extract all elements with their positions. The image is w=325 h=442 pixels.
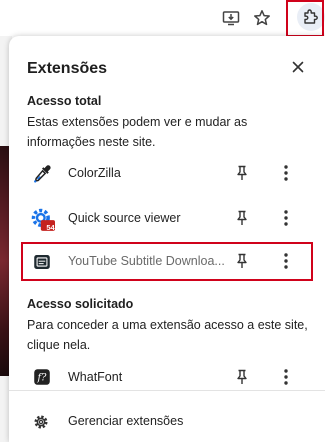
pin-button[interactable] (232, 163, 252, 183)
full-access-description: Estas extensões podem ver e mudar as inf… (27, 115, 248, 149)
pin-button[interactable] (232, 367, 252, 387)
extensions-panel: Extensões Acesso total Estas extensões p… (9, 36, 325, 442)
bookmark-star-button[interactable] (248, 4, 276, 32)
install-app-icon (222, 11, 240, 26)
star-icon (254, 10, 270, 26)
pin-icon (237, 253, 247, 268)
requested-access-heading: Acesso solicitado (27, 297, 134, 311)
svg-text:f?: f? (37, 373, 48, 384)
pin-icon (237, 165, 247, 180)
divider (9, 390, 325, 391)
more-vert-icon (284, 210, 288, 226)
pin-icon (237, 210, 247, 225)
puzzle-icon (304, 9, 318, 24)
extension-row-youtube-subtitle-downloader[interactable]: YouTube Subtitle Downloa... (9, 245, 325, 277)
manage-extensions-label: Gerenciar extensões (68, 414, 184, 428)
close-button[interactable] (287, 56, 309, 78)
more-options-button[interactable] (276, 251, 296, 271)
pin-button[interactable] (232, 251, 252, 271)
extension-row-whatfont[interactable]: f? WhatFont (9, 361, 325, 393)
settings-gear-icon (34, 415, 48, 429)
extension-name: Quick source viewer (68, 211, 181, 225)
extension-name: YouTube Subtitle Downloa... (68, 254, 225, 268)
extension-row-colorzilla[interactable]: ColorZilla (9, 157, 325, 189)
font-icon: f? (34, 369, 50, 385)
more-vert-icon (284, 253, 288, 269)
extension-row-quick-source-viewer[interactable]: 54 Quick source viewer (9, 202, 325, 234)
install-app-button[interactable] (217, 4, 245, 32)
extension-badge: 54 (46, 223, 55, 232)
panel-title: Extensões (27, 60, 108, 77)
extensions-button[interactable] (297, 3, 325, 31)
pin-button[interactable] (232, 208, 252, 228)
eyedropper-icon (34, 165, 51, 183)
more-options-button[interactable] (276, 163, 296, 183)
close-icon (292, 61, 304, 73)
extension-name: ColorZilla (68, 166, 121, 180)
manage-extensions-button[interactable]: Gerenciar extensões (9, 408, 325, 436)
full-access-heading: Acesso total (27, 94, 102, 108)
subtitle-icon (34, 255, 50, 269)
browser-toolbar (0, 0, 325, 36)
pin-icon (237, 369, 247, 384)
more-vert-icon (284, 165, 288, 181)
more-options-button[interactable] (276, 208, 296, 228)
extension-name: WhatFont (68, 370, 123, 384)
requested-access-description: Para conceder a uma extensão acesso a es… (27, 318, 308, 352)
more-vert-icon (284, 369, 288, 385)
more-options-button[interactable] (276, 367, 296, 387)
